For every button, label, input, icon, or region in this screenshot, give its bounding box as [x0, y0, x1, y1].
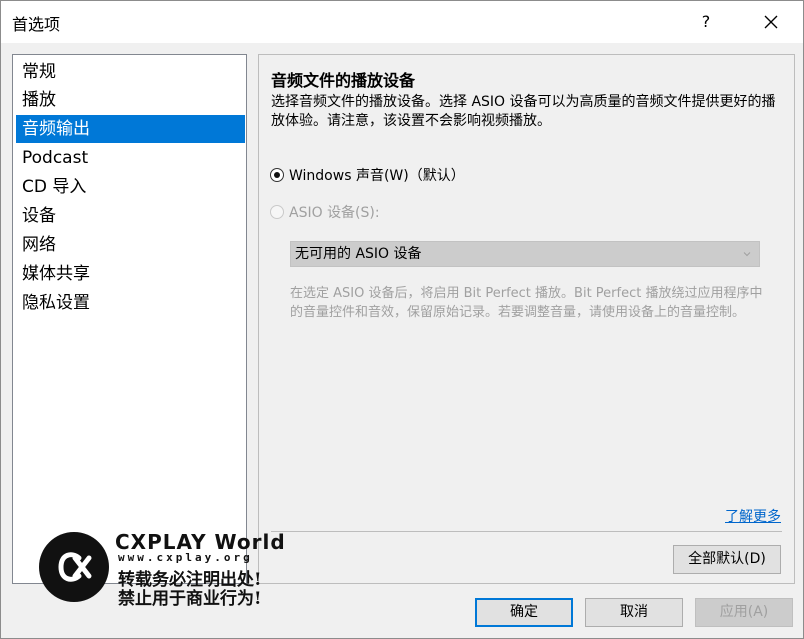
sidebar-item-network[interactable]: 网络: [16, 231, 245, 259]
asio-device-select[interactable]: 无可用的 ASIO 设备: [290, 241, 760, 267]
windows-sound-radio[interactable]: Windows 声音(W)（默认）: [270, 165, 465, 185]
chevron-down-icon: [743, 252, 751, 257]
apply-button[interactable]: 应用(A): [695, 598, 793, 627]
window-title: 首选项: [12, 15, 61, 34]
radio-unchecked-icon: [270, 205, 284, 219]
watermark-url: www.cxplay.org: [118, 551, 253, 564]
asio-device-label: ASIO 设备(S):: [289, 205, 380, 221]
settings-panel: 音频文件的播放设备 选择音频文件的播放设备。选择 ASIO 设备可以为高质量的音…: [258, 54, 795, 584]
sidebar-item-general[interactable]: 常规: [16, 58, 245, 86]
sidebar-item-podcast[interactable]: Podcast: [16, 144, 245, 172]
help-button[interactable]: ?: [691, 7, 721, 37]
divider: [271, 531, 782, 532]
asio-note: 在选定 ASIO 设备后，将启用 Bit Perfect 播放。Bit Perf…: [290, 286, 763, 320]
cancel-button[interactable]: 取消: [585, 598, 683, 627]
sidebar-item-playback[interactable]: 播放: [16, 86, 245, 114]
title-bar: 首选项 ?: [1, 1, 803, 43]
close-icon: [764, 15, 778, 29]
asio-device-radio[interactable]: ASIO 设备(S):: [270, 202, 380, 222]
asio-select-value: 无可用的 ASIO 设备: [295, 246, 422, 262]
panel-title: 音频文件的播放设备: [271, 71, 416, 90]
sidebar-item-cd-import[interactable]: CD 导入: [16, 173, 245, 201]
watermark-line-2: 禁止用于商业行为!: [118, 589, 262, 609]
preferences-dialog: 首选项 ? 常规 播放 音频输出 Podcast CD 导入 设备 网络 媒体共…: [0, 0, 804, 639]
panel-description: 选择音频文件的播放设备。选择 ASIO 设备可以为高质量的音频文件提供更好的播放…: [271, 94, 776, 129]
learn-more-link[interactable]: 了解更多: [725, 506, 781, 526]
radio-checked-icon: [270, 168, 284, 182]
cxplay-logo-icon: [39, 532, 109, 602]
reset-defaults-button[interactable]: 全部默认(D): [673, 545, 781, 574]
ok-button[interactable]: 确定: [475, 598, 573, 627]
watermark: CXPLAY World www.cxplay.org 转载务必注明出处! 禁止…: [39, 530, 299, 609]
sidebar-item-audio-output[interactable]: 音频输出: [16, 115, 245, 143]
sidebar-item-privacy[interactable]: 隐私设置: [16, 289, 245, 317]
windows-sound-label: Windows 声音(W)（默认）: [289, 168, 465, 184]
sidebar-item-devices[interactable]: 设备: [16, 202, 245, 230]
category-list: 常规 播放 音频输出 Podcast CD 导入 设备 网络 媒体共享 隐私设置: [12, 54, 247, 584]
sidebar-item-media-sharing[interactable]: 媒体共享: [16, 260, 245, 288]
close-button[interactable]: [756, 7, 786, 37]
